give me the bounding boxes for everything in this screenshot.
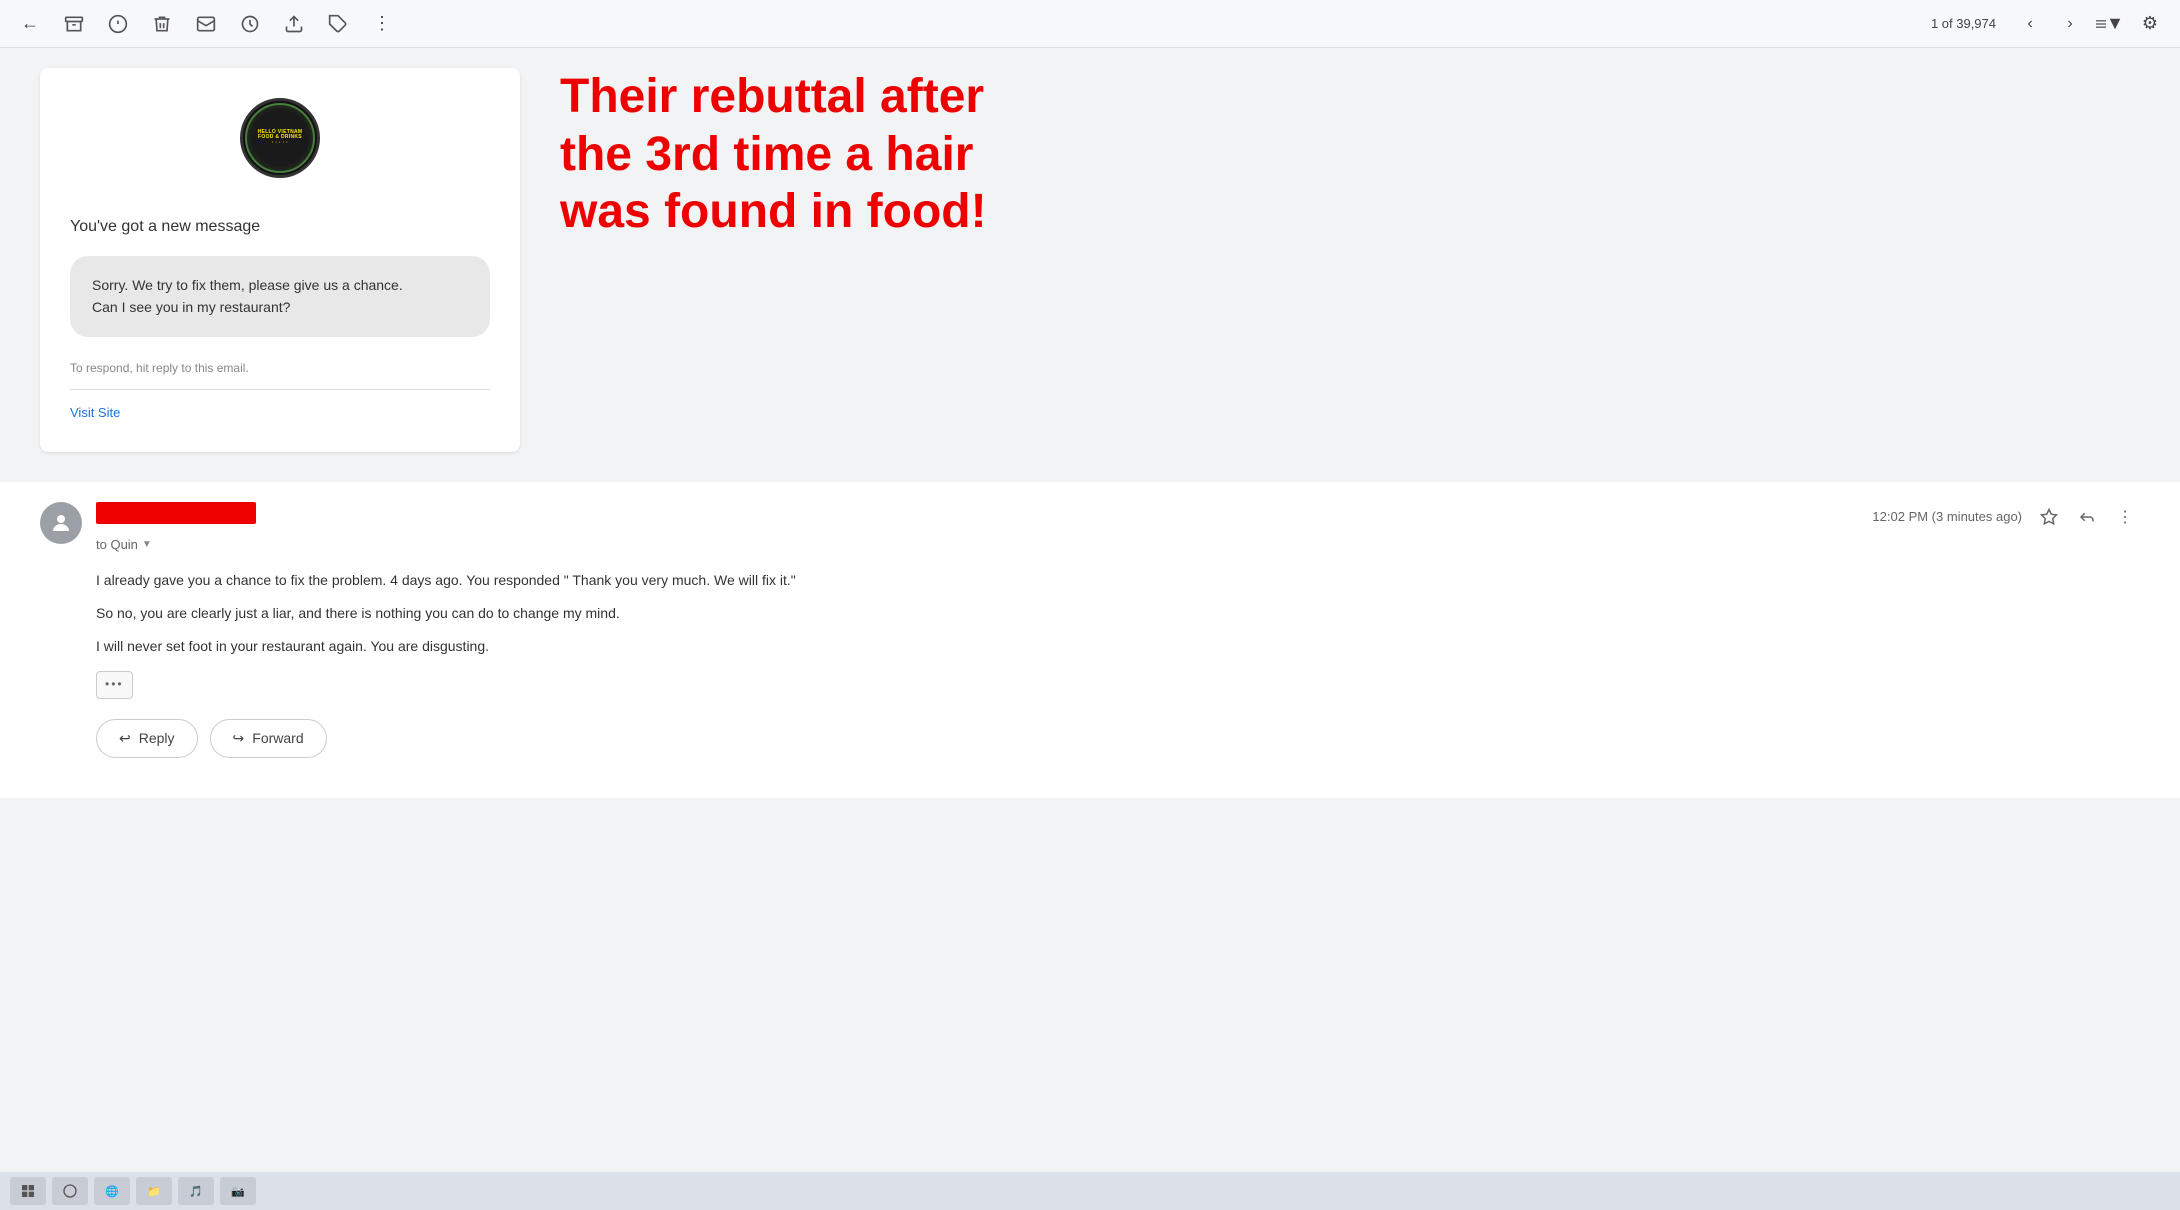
divider (70, 389, 490, 390)
email-container: HELLO VIETNAMFOOD & DRINKS· · · · · You'… (0, 48, 2180, 798)
email-reply-header: to Quin ▼ 12:02 PM (3 minutes ago) ⋮ (40, 502, 2140, 552)
sender-details: to Quin ▼ (96, 502, 256, 552)
email-actions-right: 12:02 PM (3 minutes ago) ⋮ (1872, 502, 2140, 532)
email-body-line1: I already gave you a chance to fix the p… (96, 568, 2140, 593)
sender-info: to Quin ▼ (40, 502, 256, 552)
spam-icon[interactable] (104, 10, 132, 38)
reply-button[interactable]: ↩ Reply (96, 719, 198, 758)
bubble-text: Sorry. We try to fix them, please give u… (92, 274, 468, 319)
visit-site-link[interactable]: Visit Site (70, 405, 120, 420)
mark-unread-icon[interactable] (192, 10, 220, 38)
star-button[interactable] (2034, 502, 2064, 532)
taskbar-item-3[interactable]: 🌐 (94, 1177, 130, 1205)
reply-icon: ↩ (119, 730, 131, 747)
reply-quick-button[interactable] (2072, 502, 2102, 532)
reply-email-section: to Quin ▼ 12:02 PM (3 minutes ago) ⋮ (0, 482, 2180, 798)
to-dropdown-arrow[interactable]: ▼ (142, 539, 152, 550)
sender-name-redacted (96, 502, 256, 524)
new-message-heading: You've got a new message (70, 218, 490, 236)
restaurant-logo: HELLO VIETNAMFOOD & DRINKS· · · · · (240, 98, 320, 178)
prev-email-button[interactable]: ‹ (2016, 10, 2044, 38)
email-body-line3: I will never set foot in your restaurant… (96, 634, 2140, 659)
taskbar-item-6[interactable]: 📷 (220, 1177, 256, 1205)
forward-button[interactable]: ↪ Forward (210, 719, 327, 758)
reply-forward-bar: ↩ Reply ↪ Forward (40, 699, 2140, 768)
email-body: I already gave you a chance to fix the p… (40, 568, 2140, 699)
email-timestamp: 12:02 PM (3 minutes ago) (1872, 509, 2022, 524)
snooze-icon[interactable] (236, 10, 264, 38)
message-bubble: Sorry. We try to fix them, please give u… (70, 256, 490, 337)
next-email-button[interactable]: › (2056, 10, 2084, 38)
delete-icon[interactable] (148, 10, 176, 38)
toolbar-right: 1 of 39,974 ‹ › ▼ ⚙ (1931, 10, 2164, 38)
email-body-line2: So no, you are clearly just a liar, and … (96, 601, 2140, 626)
archive-icon[interactable] (60, 10, 88, 38)
action-icons: ⋮ (2034, 502, 2140, 532)
sender-avatar (40, 502, 82, 544)
move-to-icon[interactable] (280, 10, 308, 38)
restaurant-email-card: HELLO VIETNAMFOOD & DRINKS· · · · · You'… (40, 68, 520, 452)
label-icon[interactable] (324, 10, 352, 38)
sender-to-line: to Quin ▼ (96, 537, 256, 552)
taskbar-item-5[interactable]: 🎵 (178, 1177, 214, 1205)
email-toolbar: ← ⋮ 1 of 39,974 ‹ › ▼ ⚙ (0, 0, 2180, 48)
taskbar-item-1[interactable] (10, 1177, 46, 1205)
back-button[interactable]: ← (16, 10, 44, 38)
forward-icon: ↪ (233, 730, 245, 747)
more-email-options-button[interactable]: ⋮ (2110, 502, 2140, 532)
more-options-icon[interactable]: ⋮ (368, 10, 396, 38)
view-type-selector[interactable]: ▼ (2096, 10, 2124, 38)
taskbar: 🌐 📁 🎵 📷 (0, 1172, 2180, 1210)
quoted-email-section: HELLO VIETNAMFOOD & DRINKS· · · · · You'… (0, 48, 2180, 482)
taskbar-item-2[interactable] (52, 1177, 88, 1205)
show-more-button[interactable]: ••• (96, 671, 133, 699)
toolbar-left: ← ⋮ (16, 10, 1913, 38)
settings-icon[interactable]: ⚙ (2136, 10, 2164, 38)
respond-hint-text: To respond, hit reply to this email. (70, 361, 490, 375)
email-counter: 1 of 39,974 (1931, 16, 1996, 31)
taskbar-item-4[interactable]: 📁 (136, 1177, 172, 1205)
annotation-overlay: Their rebuttal after the 3rd time a hair… (560, 68, 1060, 241)
